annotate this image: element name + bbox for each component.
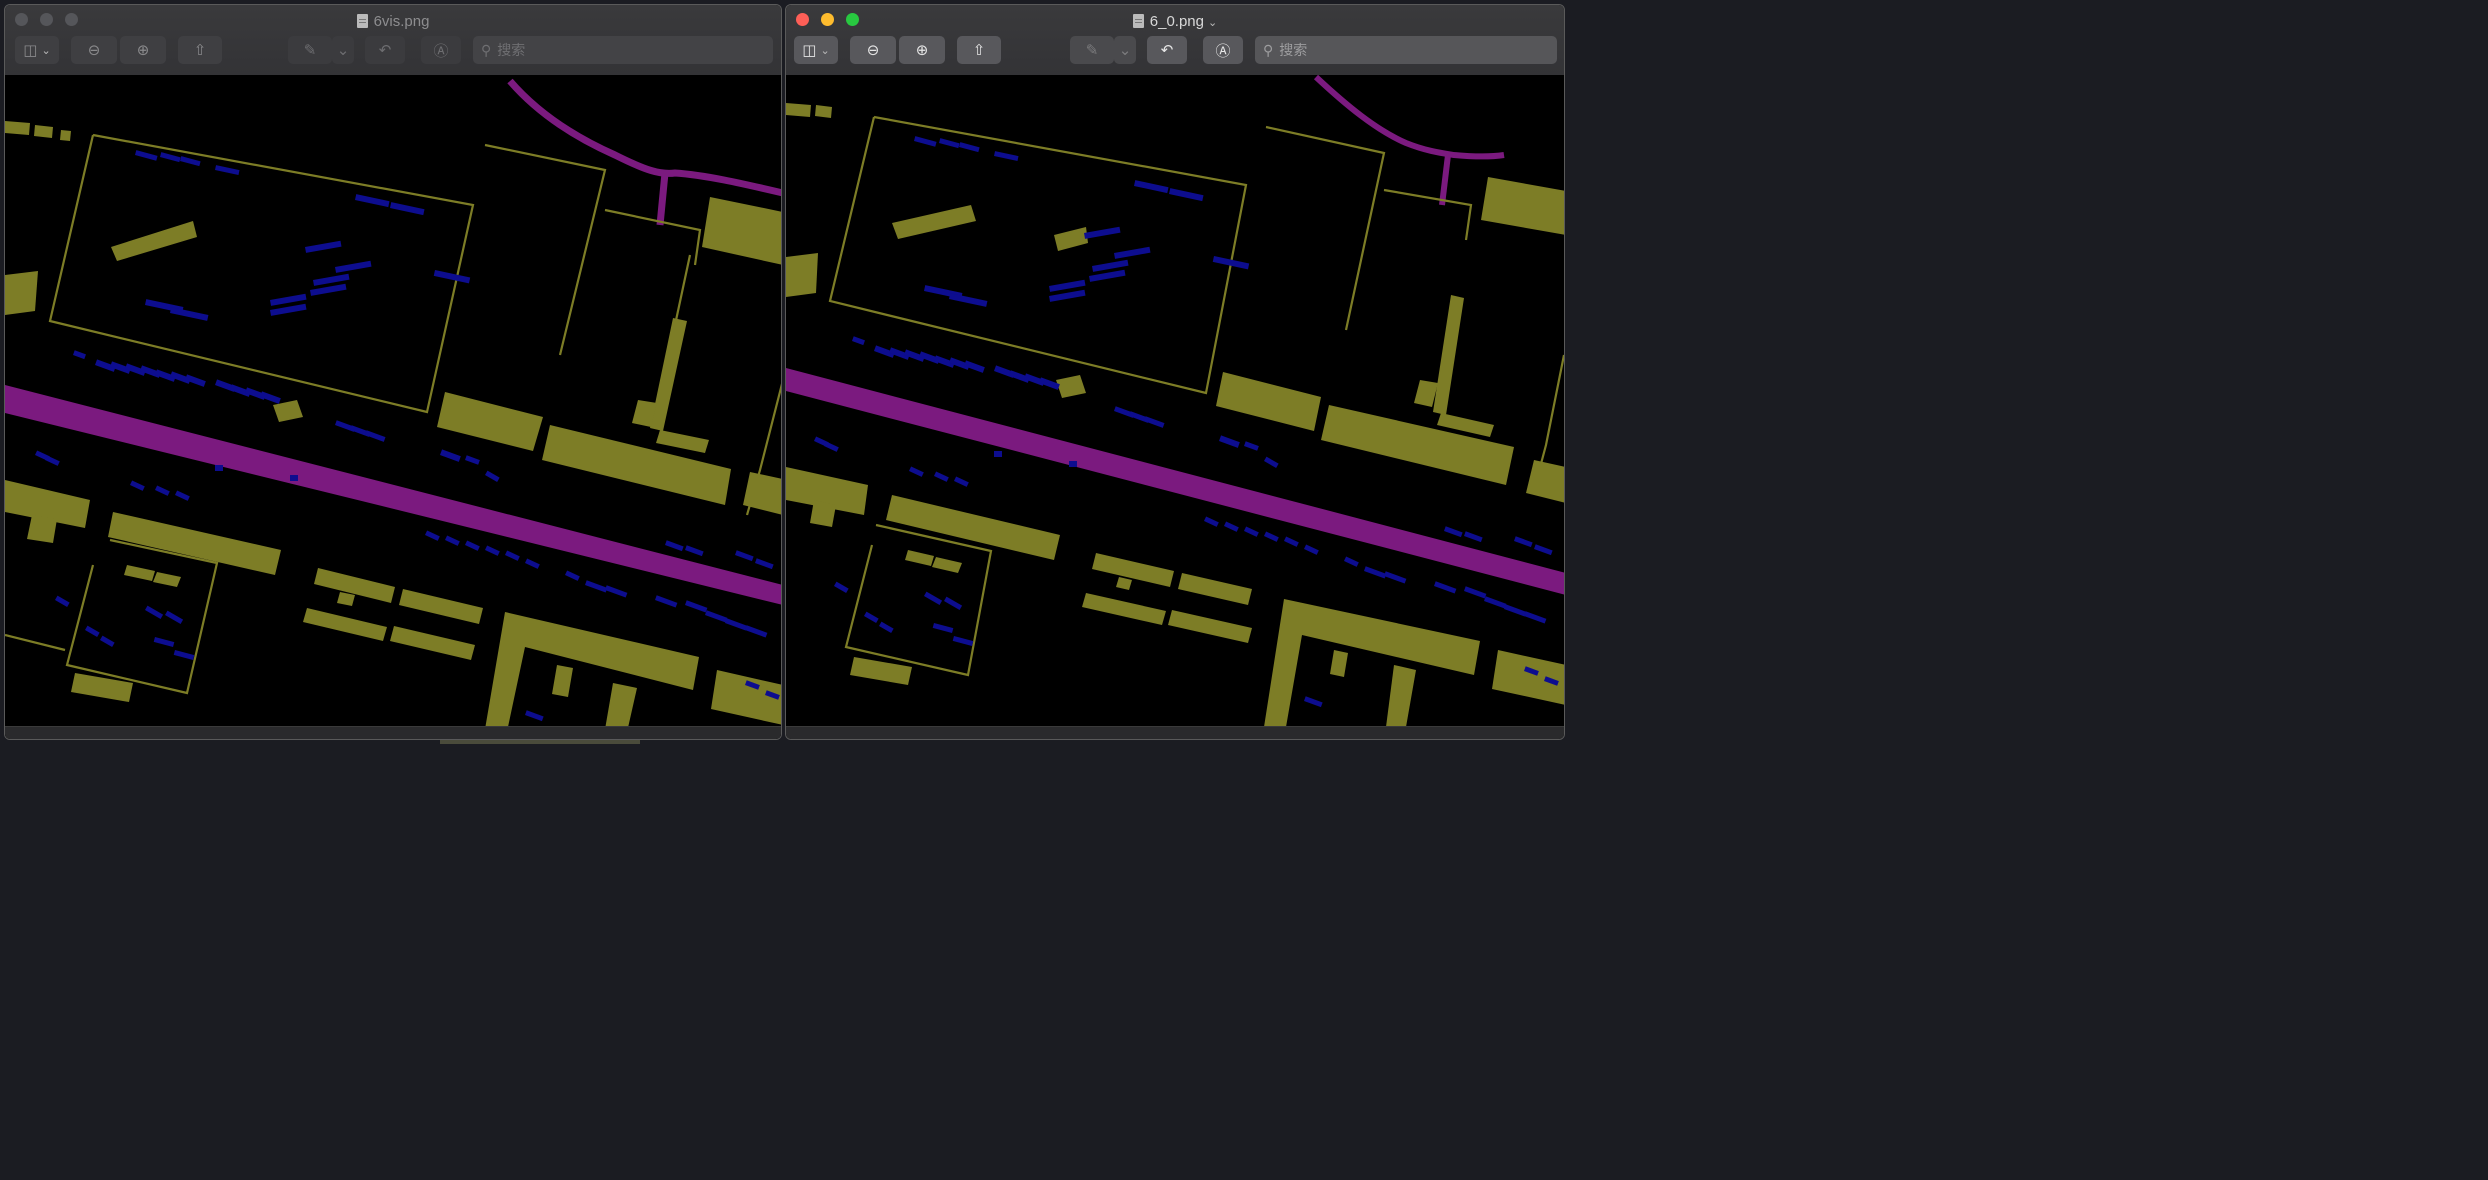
zoom-out-button[interactable]: ⊖ xyxy=(850,36,896,64)
preview-window-right: 6_0.png ⌄ ◫ ⌄ ⊖ ⊕ ⇧ ✎ ⌄ ↶ Ⓐ ⚲ 搜索 xyxy=(785,4,1565,740)
annotate-button[interactable]: Ⓐ xyxy=(1203,36,1243,64)
search-field[interactable]: ⚲ 搜索 xyxy=(1255,36,1557,64)
building xyxy=(34,125,53,138)
share-button[interactable]: ⇧ xyxy=(178,36,222,64)
building xyxy=(786,253,818,297)
share-icon: ⇧ xyxy=(193,42,207,59)
building xyxy=(27,515,57,543)
window-title-text: 6_0.png xyxy=(1149,13,1204,30)
document-icon xyxy=(356,14,368,28)
search-placeholder: 搜索 xyxy=(1279,42,1308,58)
pen-icon: ✎ xyxy=(1085,42,1099,59)
search-icon: ⚲ xyxy=(481,41,492,58)
zoom-in-button[interactable]: ⊕ xyxy=(899,36,945,64)
zoom-in-icon: ⊕ xyxy=(136,42,150,59)
window-title: 6vis.png xyxy=(5,13,781,31)
zoom-out-icon: ⊖ xyxy=(87,42,101,59)
markup-menu-button[interactable]: ⌄ xyxy=(332,36,354,64)
rotate-button[interactable]: ↶ xyxy=(1147,36,1187,64)
annotate-button[interactable]: Ⓐ xyxy=(421,36,461,64)
desktop-background-strip xyxy=(440,740,640,744)
markup-pen-button[interactable]: ✎ xyxy=(1070,36,1114,64)
chevron-down-icon: ⌄ xyxy=(820,44,830,57)
status-bar xyxy=(786,726,1564,739)
markup-icon: Ⓐ xyxy=(1215,42,1231,60)
document-icon xyxy=(1132,14,1144,28)
small-structure xyxy=(1069,461,1077,467)
chevron-down-icon: ⌄ xyxy=(1118,42,1132,59)
zoom-in-icon: ⊕ xyxy=(915,42,929,59)
zoom-out-icon: ⊖ xyxy=(866,42,880,59)
markup-menu-button[interactable]: ⌄ xyxy=(1114,36,1136,64)
window-title[interactable]: 6_0.png ⌄ xyxy=(786,13,1564,32)
building xyxy=(5,271,38,315)
segmentation-image-left xyxy=(5,75,781,739)
markup-icon: Ⓐ xyxy=(433,42,449,60)
small-structure xyxy=(290,475,298,481)
road-branch xyxy=(656,172,669,226)
sidebar-button[interactable]: ◫ ⌄ xyxy=(15,36,59,64)
rotate-icon: ↶ xyxy=(1160,42,1174,59)
sidebar-button[interactable]: ◫ ⌄ xyxy=(794,36,838,64)
share-icon: ⇧ xyxy=(972,42,986,59)
chevron-down-icon: ⌄ xyxy=(41,44,51,57)
search-icon: ⚲ xyxy=(1263,41,1274,58)
small-structure xyxy=(215,465,223,471)
building xyxy=(786,103,811,117)
search-placeholder: 搜索 xyxy=(497,42,526,58)
chevron-down-icon: ⌄ xyxy=(336,42,350,59)
rotate-button[interactable]: ↶ xyxy=(365,36,405,64)
titlebar: 6_0.png ⌄ ◫ ⌄ ⊖ ⊕ ⇧ ✎ ⌄ ↶ Ⓐ ⚲ 搜索 xyxy=(786,5,1564,76)
building xyxy=(815,105,832,118)
titlebar: 6vis.png ◫ ⌄ ⊖ ⊕ ⇧ ✎ ⌄ ↶ Ⓐ ⚲ 搜索 xyxy=(5,5,781,76)
window-title-text: 6vis.png xyxy=(373,13,430,30)
zoom-out-button[interactable]: ⊖ xyxy=(71,36,117,64)
rotate-icon: ↶ xyxy=(378,42,392,59)
sidebar-icon: ◫ xyxy=(802,42,817,59)
building xyxy=(5,121,30,135)
search-field[interactable]: ⚲ 搜索 xyxy=(473,36,773,64)
share-button[interactable]: ⇧ xyxy=(957,36,1001,64)
pen-icon: ✎ xyxy=(303,42,317,59)
zoom-in-button[interactable]: ⊕ xyxy=(120,36,166,64)
segmentation-image-right xyxy=(786,75,1564,727)
preview-window-left: 6vis.png ◫ ⌄ ⊖ ⊕ ⇧ ✎ ⌄ ↶ Ⓐ ⚲ 搜索 xyxy=(4,4,782,740)
status-bar xyxy=(5,726,781,739)
markup-pen-button[interactable]: ✎ xyxy=(288,36,332,64)
sidebar-icon: ◫ xyxy=(23,42,38,59)
small-structure xyxy=(994,451,1002,457)
building xyxy=(60,130,71,141)
chevron-down-icon: ⌄ xyxy=(1208,17,1218,29)
